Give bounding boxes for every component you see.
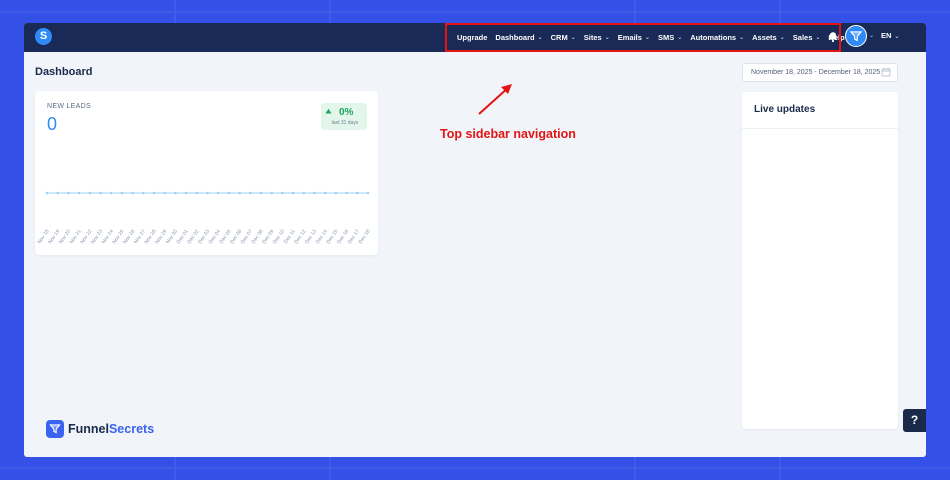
data-point [163, 191, 166, 195]
top-navigation-bar: S Upgrade Dashboard ⌄ CRM ⌄ Sites ⌄ Emails ⌄ SMS ⌄… [24, 23, 926, 52]
nav-item-assets[interactable]: Assets ⌄ [752, 33, 785, 42]
language-selector[interactable]: EN ⌄ [881, 31, 899, 40]
change-period: last 31 days [331, 120, 359, 126]
divider [742, 128, 898, 129]
date-range-value: November 18, 2025 - December 18, 2025 [751, 69, 881, 76]
data-point [120, 191, 124, 195]
data-point [249, 191, 252, 195]
data-point [45, 191, 49, 195]
nav-item-upgrade[interactable]: Upgrade [457, 33, 487, 42]
chevron-down-icon: ⌄ [570, 35, 576, 41]
data-point [270, 191, 273, 195]
nav-item-label: CRM [550, 33, 568, 42]
nav-item-emails[interactable]: Emails ⌄ [618, 33, 650, 42]
chevron-down-icon: ⌄ [644, 35, 650, 41]
calendar-icon [881, 68, 891, 77]
date-range-picker[interactable]: November 18, 2025 - December 18, 2025 [742, 63, 898, 82]
data-point [152, 191, 156, 195]
new-leads-chart: Nov 18Nov 19Nov 20Nov 21Nov 22Nov 23Nov … [37, 191, 372, 246]
nav-item-automations[interactable]: Automations ⌄ [690, 33, 744, 42]
chevron-down-icon: ⌄ [894, 34, 900, 40]
nav-item-label: SMS [657, 33, 675, 42]
new-leads-label: NEW LEADS [47, 103, 91, 110]
data-point [109, 191, 113, 195]
avatar-chevron-down-icon[interactable]: ⌄ [869, 32, 874, 39]
funnel-icon [849, 31, 863, 42]
chevron-down-icon: ⌄ [739, 35, 745, 41]
app-logo[interactable]: S [35, 28, 52, 45]
bell-icon[interactable] [827, 31, 839, 43]
change-value: 0% [339, 107, 354, 118]
main-nav: Upgrade Dashboard ⌄ CRM ⌄ Sites ⌄ Emails ⌄ SMS ⌄ Au… [457, 23, 853, 52]
data-point [291, 191, 295, 195]
data-point [366, 191, 370, 195]
new-leads-card: NEW LEADS 0 0% last 31 days Nov 18 Nov 19… [35, 91, 378, 255]
brand-name-part1: Funnel [68, 422, 109, 436]
data-point [56, 191, 59, 195]
nav-item-sms[interactable]: SMS ⌄ [658, 33, 682, 42]
brand-name-part2: Secrets [108, 422, 155, 436]
nav-item-crm[interactable]: CRM ⌄ [551, 33, 576, 42]
nav-item-sites[interactable]: Sites ⌄ [584, 33, 610, 42]
data-point [281, 191, 284, 195]
chevron-down-icon: ⌄ [604, 35, 610, 41]
data-point [88, 191, 92, 195]
data-point [142, 191, 145, 195]
app-window: S Upgrade Dashboard ⌄ CRM ⌄ Sites ⌄ Emails ⌄ SMS ⌄… [24, 23, 926, 457]
data-point [131, 191, 134, 195]
funnel-icon [46, 420, 64, 438]
data-point [206, 191, 209, 195]
data-point [323, 191, 327, 195]
live-updates-title: Live updates [754, 104, 816, 115]
nav-item-label: Sales [792, 33, 813, 42]
data-point [77, 191, 81, 195]
nav-item-label: Emails [617, 33, 642, 42]
nav-item-label: Dashboard [495, 33, 535, 42]
help-button[interactable]: ? [903, 409, 926, 432]
new-leads-value: 0 [47, 114, 58, 134]
nav-item-dashboard[interactable]: Dashboard ⌄ [495, 33, 542, 42]
page-title: Dashboard [35, 66, 93, 78]
chevron-down-icon: ⌄ [677, 35, 683, 41]
change-badge: 0% last 31 days [321, 103, 367, 130]
live-updates-card: Live updates [742, 92, 898, 429]
data-point [99, 191, 102, 195]
data-point [184, 191, 188, 195]
data-point [216, 191, 220, 195]
brand-logo: Funnel Secrets [46, 420, 154, 438]
nav-item-label: Automations [690, 33, 737, 42]
data-point [356, 191, 359, 195]
nav-item-sales[interactable]: Sales ⌄ [793, 33, 821, 42]
data-point [238, 191, 241, 195]
chevron-down-icon: ⌄ [537, 35, 543, 41]
language-label: EN [881, 31, 892, 40]
data-point [334, 191, 338, 195]
x-tick-label: Dec 18 [358, 229, 372, 246]
nav-item-label: Assets [752, 33, 777, 42]
data-point [195, 191, 199, 195]
chevron-down-icon: ⌄ [815, 35, 821, 41]
user-avatar[interactable] [845, 25, 867, 47]
data-point [259, 191, 263, 195]
data-point [174, 191, 177, 195]
data-point [227, 191, 231, 195]
arrow-up-icon [325, 108, 332, 114]
annotation-label: Top sidebar navigation [440, 127, 576, 141]
data-point [313, 191, 316, 195]
data-point [67, 191, 70, 195]
nav-item-label: Sites [583, 33, 602, 42]
data-point [345, 191, 348, 195]
data-point [302, 191, 306, 195]
annotation-arrow [478, 84, 512, 115]
nav-item-label: Upgrade [457, 33, 488, 42]
chevron-down-icon: ⌄ [779, 35, 785, 41]
